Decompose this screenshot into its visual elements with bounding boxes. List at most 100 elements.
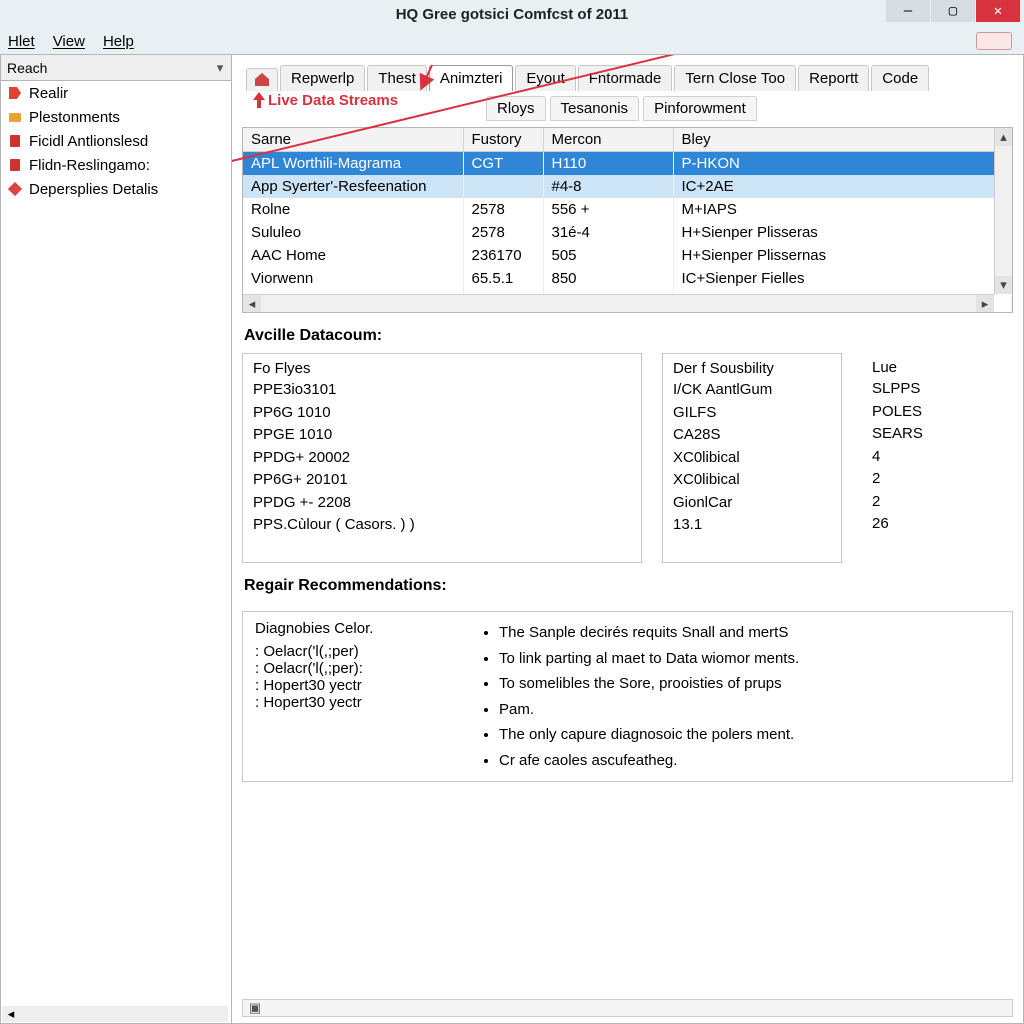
recommend-box: Diagnobies Celor. : Oelacr('l(,;per): Oe… xyxy=(242,611,1013,782)
subtab-pinforow[interactable]: Pinforowment xyxy=(643,96,757,121)
menu-hlet[interactable]: Hlet xyxy=(8,33,35,50)
col-bley[interactable]: Bley xyxy=(673,128,1012,152)
list-item: CA28S xyxy=(673,424,831,447)
sidebar-item-depersplies[interactable]: Depersplies Detalis xyxy=(1,177,231,201)
list-item: SEARS xyxy=(872,423,952,446)
table-cell: 236170 xyxy=(463,244,543,267)
tab-reportt[interactable]: Reportt xyxy=(798,65,869,91)
tab-animzteri[interactable]: Animzteri xyxy=(429,65,514,91)
table-cell: M+IAPS xyxy=(673,198,1012,221)
sidebar-item-label: Ficidl Antlionslesd xyxy=(29,133,148,150)
tab-tern[interactable]: Tern Close Too xyxy=(674,65,796,91)
sidebar-item-ficidl[interactable]: Ficidl Antlionslesd xyxy=(1,129,231,153)
main-panel: Live Data Streams Galiou Fricker Repwerl… xyxy=(232,54,1024,1024)
list-item: : Oelacr('l(,;per): xyxy=(255,660,455,677)
header-pill-icon[interactable] xyxy=(976,32,1012,50)
menu-help[interactable]: Help xyxy=(103,33,134,50)
minimize-button[interactable]: — xyxy=(886,0,930,22)
table-row[interactable]: APL Worthili-MagramaCGTH110P-HKON xyxy=(243,152,1012,176)
list-item: 4 xyxy=(872,446,952,469)
table-cell: H110 xyxy=(543,152,673,176)
table-cell: Sululeo xyxy=(243,221,463,244)
title-bar: HQ Gree gotsici Comfcst of 2011 — ▢ ✕ xyxy=(0,0,1024,28)
menu-view[interactable]: View xyxy=(53,33,85,50)
tab-thest[interactable]: Thest xyxy=(367,65,427,91)
status-icon[interactable]: ▣ xyxy=(243,1000,267,1016)
sidebar: ▾ Realir Plestonments Ficidl Antlionsles… xyxy=(0,54,232,1024)
table-cell: #4-8 xyxy=(543,175,673,198)
table-cell: 505 xyxy=(543,244,673,267)
panel-sousbility: Der f Sousbility I/CK AantlGumGILFSCA28S… xyxy=(662,353,842,563)
table-row[interactable]: App Syerter'-Resfeenation #4-8IC+2AE xyxy=(243,175,1012,198)
search-input[interactable] xyxy=(1,58,209,78)
table-cell: IC+2AE xyxy=(673,175,1012,198)
recommend-right: The Sanple decirés requits Snall and mer… xyxy=(479,620,1000,773)
sidebar-hscroll[interactable]: ◂ xyxy=(2,1006,228,1022)
table-row[interactable]: Sululeo257831é-4H+Sienper Plisseras xyxy=(243,221,1012,244)
sidebar-list: Realir Plestonments Ficidl Antlionslesd … xyxy=(1,81,231,1023)
sidebar-item-label: Plestonments xyxy=(29,109,120,126)
col-sarne[interactable]: Sarne xyxy=(243,128,463,152)
scroll-left-icon[interactable]: ◂ xyxy=(2,1006,20,1022)
list-item: PPDG +- 2208 xyxy=(253,492,631,515)
list-item: PPDG+ 20002 xyxy=(253,447,631,470)
table-cell: P-HKON xyxy=(673,152,1012,176)
warning-icon xyxy=(7,181,23,197)
subtab-rloys[interactable]: Rloys xyxy=(486,96,546,121)
avcille-panels: Fo Flyes PPE3io3101PP6G 1010PPGE 1010PPD… xyxy=(242,353,1013,563)
list-item: : Hopert30 yectr xyxy=(255,694,455,711)
close-button[interactable]: ✕ xyxy=(976,0,1020,22)
panel-fo-flyes: Fo Flyes PPE3io3101PP6G 1010PPGE 1010PPD… xyxy=(242,353,642,563)
list-item: XC0libical xyxy=(673,447,831,470)
subtab-tesanonis[interactable]: Tesanonis xyxy=(550,96,640,121)
menu-bar: Hlet View Help xyxy=(0,28,1024,54)
tab-repwerlp[interactable]: Repwerlp xyxy=(280,65,365,91)
scroll-up-icon[interactable]: ▴ xyxy=(995,128,1012,146)
table-hscrollbar[interactable]: ◂ ▸ xyxy=(243,294,994,312)
list-item: 13.1 xyxy=(673,514,831,537)
tab-eyout[interactable]: Eyout xyxy=(515,65,575,91)
list-item: I/CK AantlGum xyxy=(673,379,831,402)
table-cell: 2578 xyxy=(463,221,543,244)
list-item: 26 xyxy=(872,513,952,536)
panel-head: Lue xyxy=(872,359,952,376)
table-vscrollbar[interactable]: ▴ ▾ xyxy=(994,128,1012,294)
tab-fntormade[interactable]: Fntormade xyxy=(578,65,673,91)
table-row[interactable]: Viorwenn65.5.1850IC+Sienper Fielles xyxy=(243,267,1012,290)
book-icon xyxy=(7,133,23,149)
table-cell: 556 + xyxy=(543,198,673,221)
sidebar-item-label: Depersplies Detalis xyxy=(29,181,158,198)
recommend-bullet: The Sanple decirés requits Snall and mer… xyxy=(499,620,1000,646)
tag-icon xyxy=(7,85,23,101)
maximize-button[interactable]: ▢ xyxy=(931,0,975,22)
list-item: PP6G+ 20101 xyxy=(253,469,631,492)
col-fustory[interactable]: Fustory xyxy=(463,128,543,152)
top-tabstrip: Repwerlp Thest Animzteri Eyout Fntormade… xyxy=(242,61,1013,91)
panel-head: Der f Sousbility xyxy=(673,360,831,377)
sidebar-item-realir[interactable]: Realir xyxy=(1,81,231,105)
sub-tabstrip: Rloys Tesanonis Pinforowment xyxy=(242,95,1013,121)
sidebar-item-plestonments[interactable]: Plestonments xyxy=(1,105,231,129)
recommend-bullet: To somelibles the Sore, prooisties of pr… xyxy=(499,671,1000,697)
data-table: Sarne Fustory Mercon Bley APL Worthili-M… xyxy=(242,127,1013,313)
tab-code[interactable]: Code xyxy=(871,65,929,91)
col-mercon[interactable]: Mercon xyxy=(543,128,673,152)
scroll-down-icon[interactable]: ▾ xyxy=(995,276,1012,294)
scroll-left-icon[interactable]: ◂ xyxy=(243,295,261,312)
search-dropdown-icon[interactable]: ▾ xyxy=(209,60,231,76)
sidebar-item-label: Realir xyxy=(29,85,68,102)
table-row[interactable]: Rolne2578556 +M+IAPS xyxy=(243,198,1012,221)
table-row[interactable]: AAC Home236170505H+Sienper Plissernas xyxy=(243,244,1012,267)
list-item: PPGE 1010 xyxy=(253,424,631,447)
tab-home-icon[interactable] xyxy=(246,68,278,91)
sidebar-item-flidn[interactable]: Flidn-Reslingamo: xyxy=(1,153,231,177)
recommend-bullet: Cr afe caoles ascufeatheg. xyxy=(499,748,1000,774)
table-cell: CGT xyxy=(463,152,543,176)
table-cell: AAC Home xyxy=(243,244,463,267)
diag-head: Diagnobies Celor. xyxy=(255,620,455,637)
sidebar-search: ▾ xyxy=(1,55,231,81)
panel-lue: Lue SLPPSPOLESSEARS42226 xyxy=(862,353,962,563)
table-cell: App Syerter'-Resfeenation xyxy=(243,175,463,198)
list-item: SLPPS xyxy=(872,378,952,401)
scroll-right-icon[interactable]: ▸ xyxy=(976,295,994,312)
